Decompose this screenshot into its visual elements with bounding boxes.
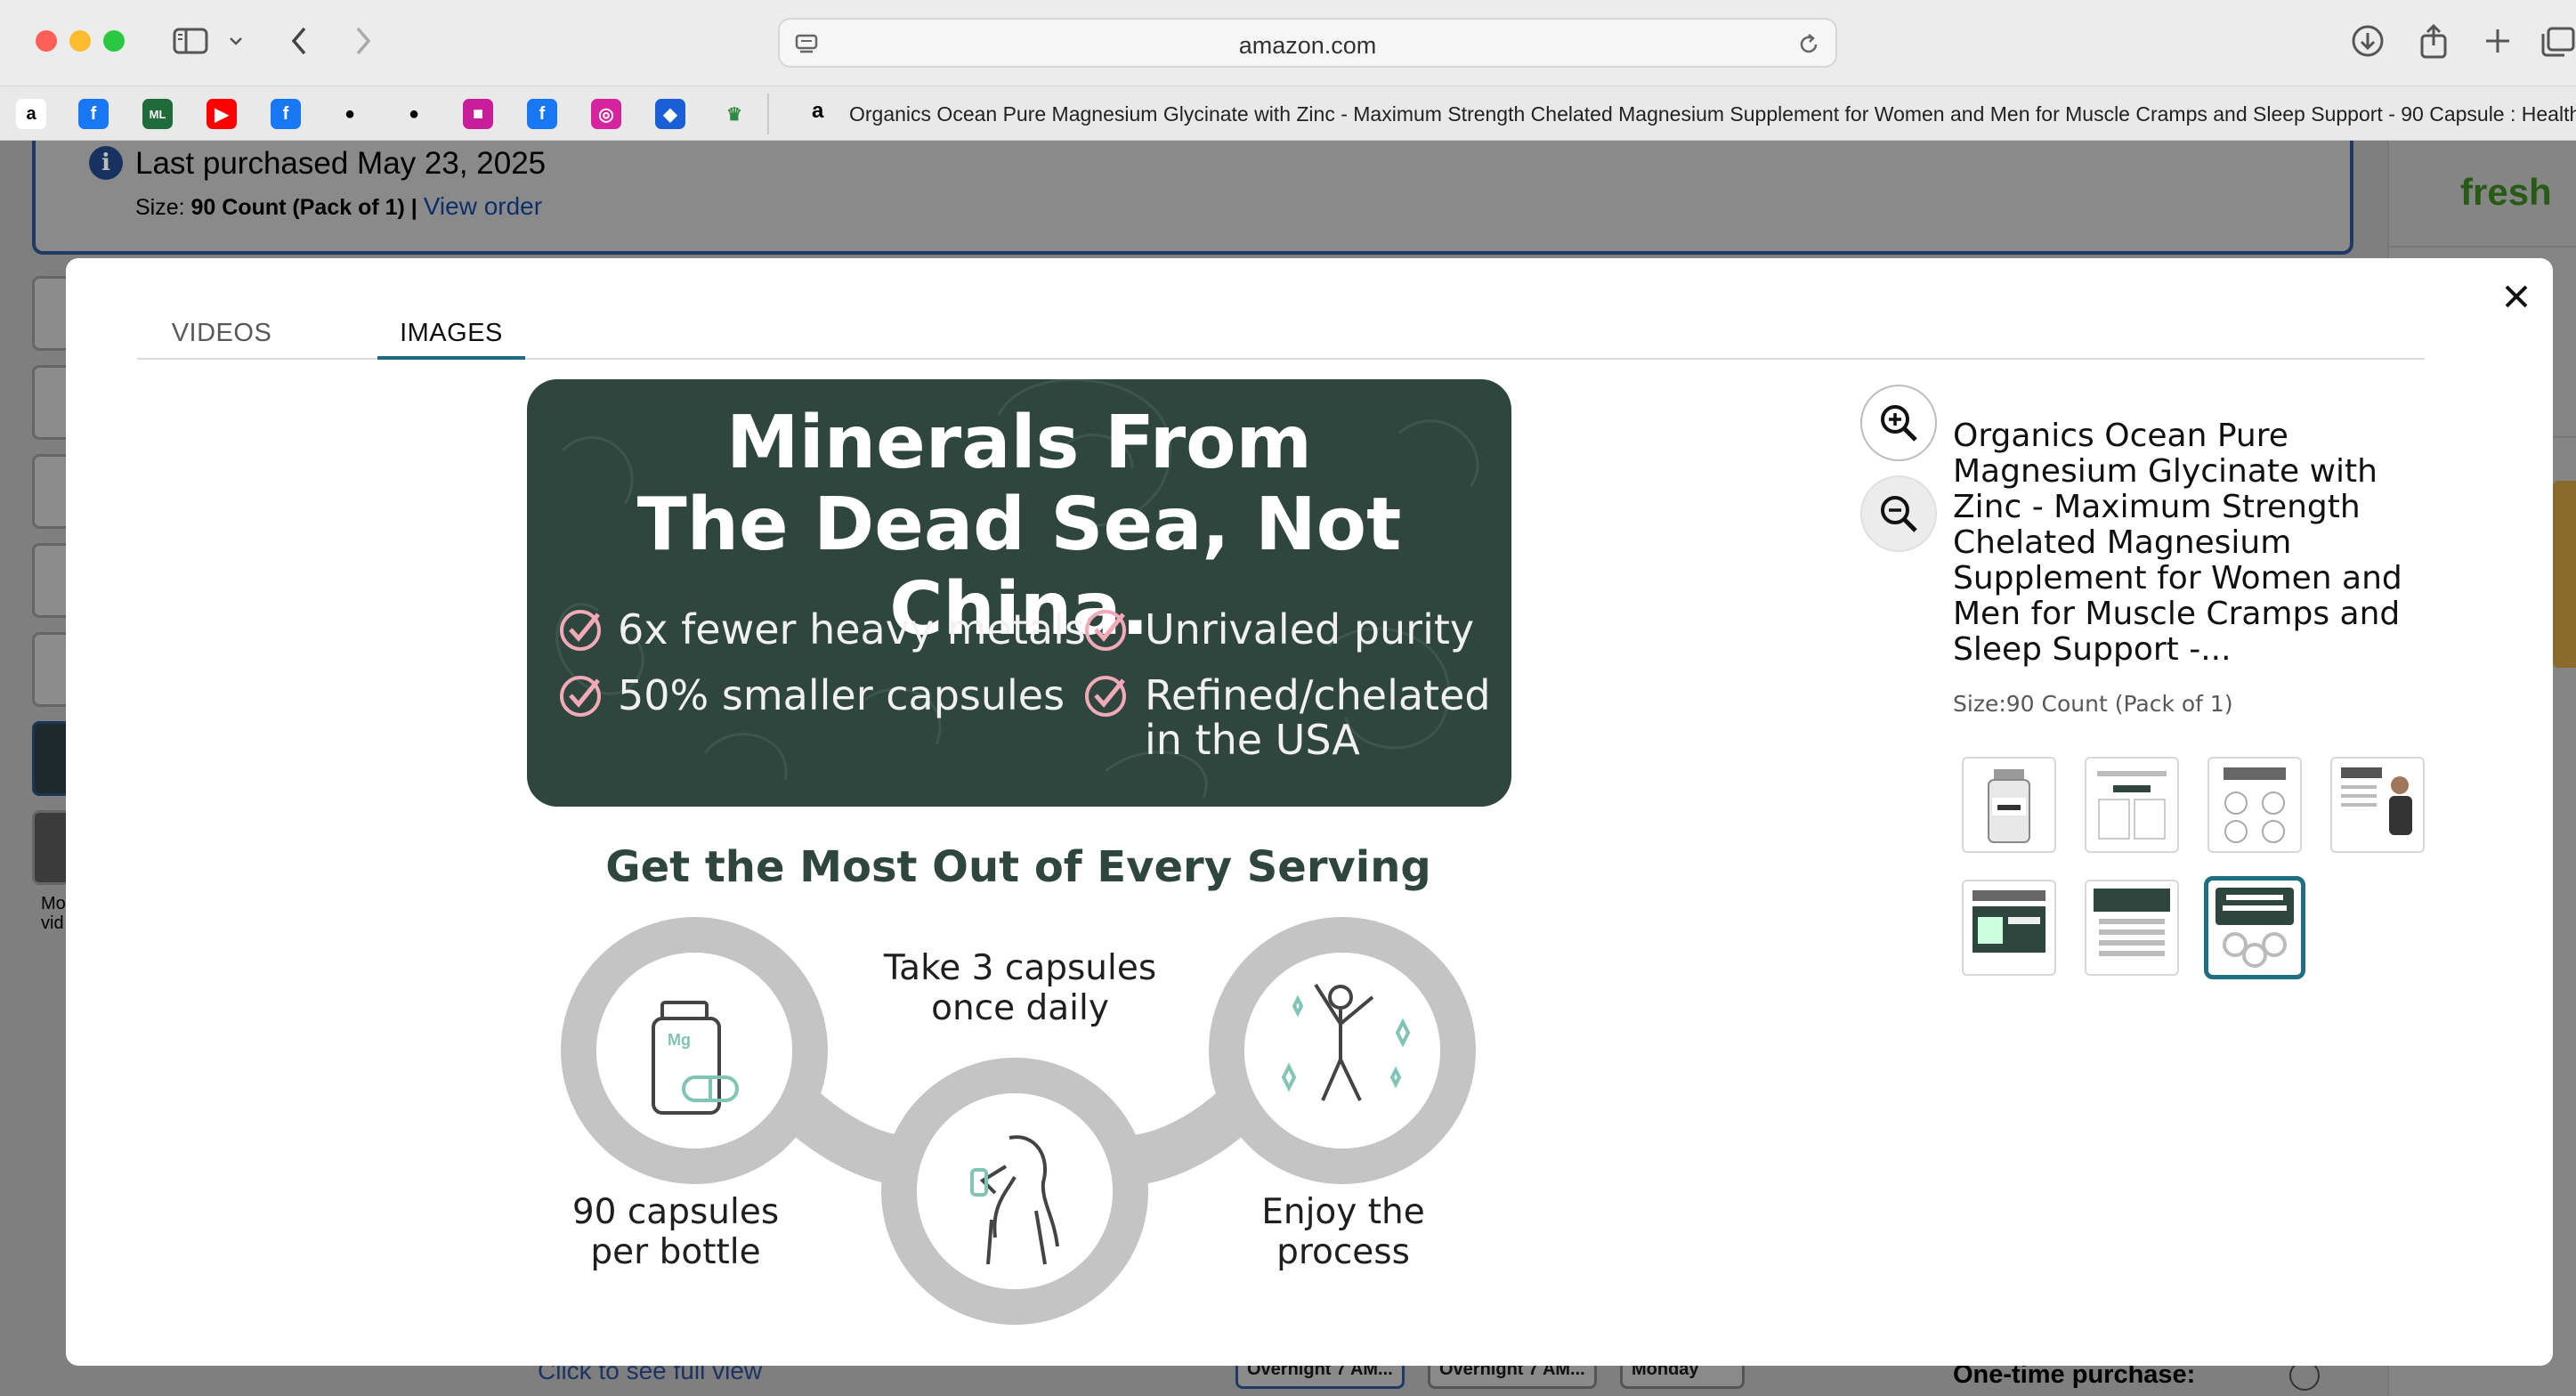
amazon-icon[interactable]: a [16,99,46,129]
last-purchased-text: Last purchased May 23, 2025 [135,146,547,181]
ml-icon[interactable]: ML [142,99,173,129]
tab-overview-icon[interactable] [2539,21,2576,61]
step-take-capsules: Take 3 capsules once daily [883,948,1157,1028]
bullet-purity: Unrivaled purity [1145,605,1475,653]
bullet-refined-usa: in the USA [1145,716,1360,764]
facebook-icon[interactable]: f [527,99,557,129]
active-tab-title[interactable]: Organics Ocean Pure Magnesium Glycinate … [849,102,2576,126]
new-tab-icon[interactable] [2478,21,2517,61]
bullet-smaller-capsules: 50% smaller capsules [618,671,1065,719]
favorites-bar: a f ML ▶ f ● ● ■ f ◎ ◆ ♛ a Organics Ocean Pure Magn… [0,85,2576,141]
image-gallery-modal: VIDEOS IMAGES Minerals From The Dead Sea… [66,258,2553,1366]
thumbnail-6[interactable] [2085,880,2179,976]
purchased-size: Size: 90 Count (Pack of 1) | View order [135,192,542,221]
close-icon [2505,285,2528,308]
zoom-out-button[interactable] [1860,475,1937,552]
back-icon[interactable] [279,21,319,61]
close-window-button[interactable] [36,30,57,52]
tab-videos[interactable]: VIDEOS [155,313,288,360]
step-enjoy-process: Enjoy the process [1261,1192,1425,1272]
thumbnail-7-selected[interactable] [2204,876,2305,979]
thumbnail-1[interactable] [1962,757,2056,853]
bg-video-label: Mo vid [41,894,66,933]
instagram-icon[interactable]: ◎ [591,99,621,129]
chase-icon[interactable]: ◆ [655,99,685,129]
headline-line1: Minerals From [726,401,1312,485]
forward-icon[interactable] [344,21,383,61]
check-icon [1085,610,1126,651]
thumbnail-2[interactable] [2085,757,2179,853]
thumbnail-5[interactable] [1962,880,2056,976]
bullet-refined: Refined/chelated [1145,671,1491,719]
tab-images[interactable]: IMAGES [377,313,525,360]
fresh-logo: fresh [2460,171,2552,213]
minimize-window-button[interactable] [69,30,91,52]
address-bar[interactable]: amazon.com [778,18,1837,68]
url-text: amazon.com [1238,32,1377,59]
product-title: Organics Ocean Pure Magnesium Glycinate … [1953,418,2402,668]
sidebar-divider [2389,246,2576,248]
size-label: Size: [135,195,191,220]
info-icon: i [89,146,123,180]
check-icon [560,676,601,717]
downloads-icon[interactable] [2348,21,2387,61]
maximize-window-button[interactable] [103,30,125,52]
bullet-heavy-metals: 6x fewer heavy metals [618,605,1086,653]
close-button[interactable] [2494,274,2539,319]
favorites-divider [767,93,769,134]
facebook-icon[interactable]: f [78,99,109,129]
browser-toolbar: amazon.com [0,0,2576,85]
size-value: 90 Count (Pack of 1) [190,195,405,220]
facebook-icon[interactable]: f [271,99,301,129]
main-product-image: Minerals From The Dead Sea, Not China. 6… [511,374,1526,1353]
thumbnail-3[interactable] [2207,757,2302,853]
media-tabs: VIDEOS IMAGES [137,313,2425,360]
bottle-mg-label: Mg [668,1031,691,1049]
serving-heading: Get the Most Out of Every Serving [605,842,1431,892]
step-capsules-per-bottle: 90 capsules per bottle [571,1192,780,1272]
share-icon[interactable] [2414,21,2453,61]
check-icon [1085,676,1126,717]
silhouette-icon[interactable]: ● [399,99,429,129]
zoom-in-icon [1881,405,1917,442]
minerals-banner: Minerals From The Dead Sea, Not China. 6… [527,379,1511,807]
last-purchased-banner: i Last purchased May 23, 2025 Size: 90 C… [32,141,2353,255]
check-icon [560,610,601,651]
crown-icon[interactable]: ♛ [719,99,749,129]
youtube-icon[interactable]: ▶ [207,99,237,129]
view-order-link[interactable]: View order [424,192,542,220]
zoom-in-button[interactable] [1860,385,1937,461]
tab-amazon-icon: a [812,99,824,123]
sidebar-product-image [2553,481,2576,668]
thumbnail-4[interactable] [2330,757,2425,853]
silhouette-icon[interactable]: ● [335,99,365,129]
size-separator: | [404,195,424,220]
product-size: Size:90 Count (Pack of 1) [1953,691,2233,717]
zoom-out-icon [1881,496,1917,532]
sidebar-toggle-icon[interactable] [171,21,210,61]
reload-icon[interactable] [1793,28,1825,61]
square-app-icon[interactable]: ■ [463,99,493,129]
chevron-down-icon[interactable] [223,21,249,61]
